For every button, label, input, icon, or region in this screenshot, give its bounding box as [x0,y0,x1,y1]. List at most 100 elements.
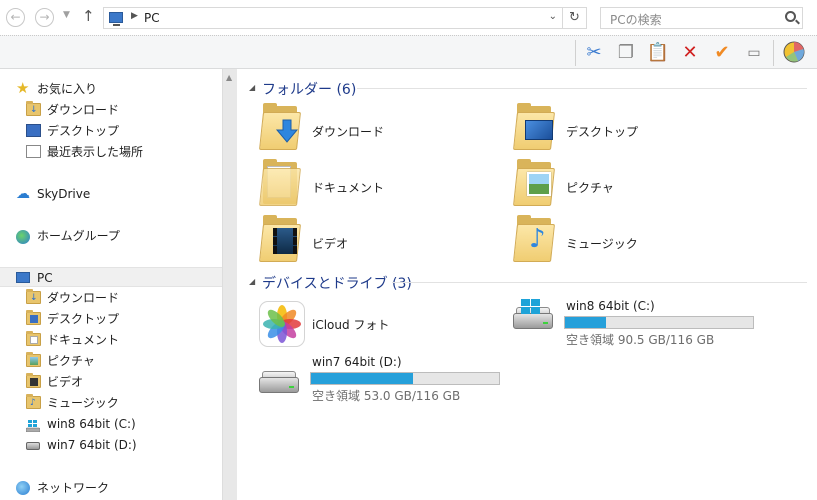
sidebar-item-pc-desktop[interactable]: デスクトップ [0,309,222,329]
navigation-scrollbar[interactable]: ▲ [222,69,237,500]
sidebar-item-label: win7 64bit (D:) [47,438,137,452]
sidebar-item-label: SkyDrive [37,187,91,201]
folder-desktop[interactable]: デスクトップ [491,103,741,156]
scroll-up-arrow-icon[interactable]: ▲ [226,73,232,82]
sidebar-item-pc-downloads[interactable]: ↓ ダウンロード [0,288,222,308]
drive-name: win8 64bit (C:) [566,299,655,313]
copy-icon[interactable]: ❐ [614,41,638,65]
content-pane: ◢ フォルダー (6) ダウンロード デスクトップ ドキュメント ピクチャ ビデ… [237,69,817,500]
drive-usage-fill [565,317,607,328]
folder-label: ダウンロード [312,125,385,139]
refresh-button[interactable]: ↻ [563,7,587,29]
folder-music[interactable]: ♪ ミュージック [491,215,741,268]
sidebar-item-favorites[interactable]: ★ お気に入り [0,79,222,99]
recent-places-icon [26,145,41,158]
drive-usage-bar [564,316,754,329]
cut-icon[interactable]: ✂ [582,41,606,65]
downloads-folder-icon: ↓ [26,101,41,116]
videos-folder-icon [26,373,41,388]
sidebar-item-desktop[interactable]: デスクトップ [0,121,222,141]
sidebar-item-label: ダウンロード [47,103,120,117]
sidebar-item-recent-places[interactable]: 最近表示した場所 [0,142,222,162]
windows-drive-icon [25,418,41,433]
sidebar-item-label: win8 64bit (C:) [47,417,136,431]
desktop-folder-icon [513,103,555,150]
sidebar-item-label: ミュージック [47,396,119,410]
icloud-photos-item[interactable]: iCloud フォト [237,299,487,349]
toolbar: ✂ ❐ 📋 ✕ ✔ ▭ [0,35,817,69]
folders-group-header[interactable]: ◢ フォルダー (6) [237,78,807,100]
drive-free-space: 空き領域 90.5 GB/116 GB [566,333,715,347]
sidebar-item-label: ダウンロード [47,291,120,305]
sidebar-item-pc[interactable]: PC [0,267,222,287]
documents-folder-icon [259,159,301,206]
sidebar-item-drive-d[interactable]: win7 64bit (D:) [0,435,222,455]
folder-label: デスクトップ [566,125,639,139]
collapse-triangle-icon[interactable]: ◢ [249,83,255,92]
icloud-photos-icon [259,301,305,347]
sidebar-item-skydrive[interactable]: ☁ SkyDrive [0,184,222,204]
forward-button[interactable]: → [35,8,54,27]
sidebar-item-pc-music[interactable]: ♪ ミュージック [0,393,222,413]
checkmark-icon[interactable]: ✔ [710,41,734,65]
address-row: ← → ▼ ↑ ▶ PC ⌄ ↻ PCの検索 [0,0,817,35]
address-dropdown-icon[interactable]: ⌄ [549,11,557,22]
back-button[interactable]: ← [6,8,25,27]
sidebar-item-label: ビデオ [47,375,84,389]
sidebar-item-label: デスクトップ [47,312,120,326]
sidebar-item-pc-documents[interactable]: ドキュメント [0,330,222,350]
sidebar-item-pc-pictures[interactable]: ピクチャ [0,351,222,371]
drive-usage-fill [311,373,413,384]
sidebar-item-downloads[interactable]: ↓ ダウンロード [0,100,222,120]
folder-videos[interactable]: ビデオ [237,215,487,268]
cloud-icon: ☁ [16,186,30,202]
star-icon: ★ [16,79,30,97]
music-folder-icon: ♪ [26,394,41,409]
sidebar-item-homegroup[interactable]: ホームグループ [0,226,222,246]
network-icon [16,481,30,495]
address-path: PC [144,11,160,25]
paste-icon[interactable]: 📋 [646,41,670,65]
collapse-triangle-icon[interactable]: ◢ [249,277,255,286]
sidebar-item-label: ピクチャ [47,354,95,368]
folder-label: ピクチャ [566,181,614,195]
search-input[interactable]: PCの検索 [600,7,803,29]
sidebar-item-drive-c[interactable]: win8 64bit (C:) [0,414,222,434]
up-button[interactable]: ↑ [82,7,95,25]
recent-locations-dropdown[interactable]: ▼ [63,10,70,20]
group-title: デバイスとドライブ (3) [262,276,412,292]
pc-icon [16,272,30,283]
folder-pictures[interactable]: ピクチャ [491,159,741,212]
downloads-folder-icon: ↓ [26,289,41,304]
divider [357,88,807,89]
delete-icon[interactable]: ✕ [678,41,702,65]
sidebar-item-label: お気に入り [37,82,98,96]
sidebar-item-pc-videos[interactable]: ビデオ [0,372,222,392]
sidebar-item-label: ホームグループ [37,229,120,243]
sidebar-item-network[interactable]: ネットワーク [0,478,222,498]
desktop-icon [26,124,41,137]
toolbar-separator [575,40,576,66]
desktop-folder-icon [26,310,41,325]
drive-free-space: 空き領域 53.0 GB/116 GB [312,389,461,403]
drive-c-item[interactable]: win8 64bit (C:) 空き領域 90.5 GB/116 GB [491,297,771,347]
download-folder-icon [259,103,301,150]
rename-icon[interactable]: ▭ [742,41,766,65]
sidebar-item-label: PC [37,271,53,285]
search-icon[interactable] [785,11,796,22]
breadcrumb-separator-icon[interactable]: ▶ [131,11,138,21]
drive-d-item[interactable]: win7 64bit (D:) 空き領域 53.0 GB/116 GB [237,349,517,403]
sidebar-item-label: ネットワーク [37,481,110,495]
folder-documents[interactable]: ドキュメント [237,159,487,212]
pictures-folder-icon [26,352,41,367]
navigation-pane: ★ お気に入り ↓ ダウンロード デスクトップ 最近表示した場所 ☁ SkyDr… [0,69,222,500]
drive-usage-bar [310,372,500,385]
folder-downloads[interactable]: ダウンロード [237,103,487,156]
divider [392,282,807,283]
devices-group-header[interactable]: ◢ デバイスとドライブ (3) [237,272,807,294]
toolbar-separator [773,40,774,66]
color-wheel-icon[interactable] [782,41,806,65]
windows-drive-icon [513,299,553,333]
folder-label: ビデオ [312,237,349,251]
address-bar[interactable]: ▶ PC ⌄ [103,7,563,29]
